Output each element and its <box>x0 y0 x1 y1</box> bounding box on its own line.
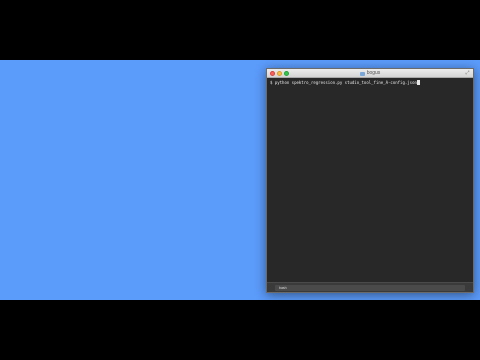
letterbox-bottom <box>0 300 480 360</box>
title-bar[interactable]: bogus ⤢ <box>267 69 473 78</box>
command-text: $ python spektro_regression.py studio_to… <box>270 80 417 85</box>
window-title: bogus <box>366 70 381 76</box>
text-cursor <box>417 80 420 85</box>
tab-label: bash <box>279 286 287 290</box>
folder-icon <box>359 71 365 76</box>
terminal-window[interactable]: bogus ⤢ $ python spektro_regression.py s… <box>266 68 474 293</box>
tab-bar: bash <box>267 282 473 292</box>
letterbox-top <box>0 0 480 60</box>
command-line[interactable]: $ python spektro_regression.py studio_to… <box>270 80 470 86</box>
fullscreen-icon[interactable]: ⤢ <box>465 71 470 76</box>
tab-bash[interactable]: bash <box>275 285 465 291</box>
title-group: bogus <box>267 69 473 78</box>
terminal-output[interactable]: $ python spektro_regression.py studio_to… <box>267 78 473 282</box>
